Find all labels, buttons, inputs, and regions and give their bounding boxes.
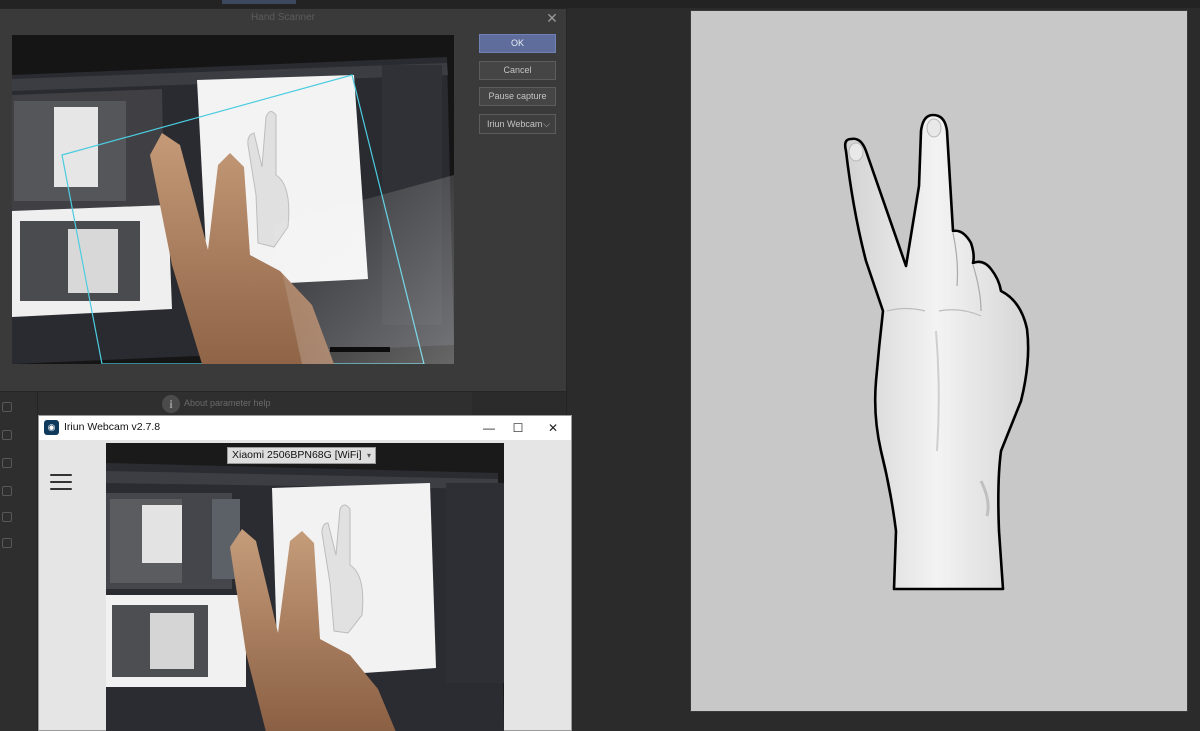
ok-button[interactable]: OK [479, 34, 556, 53]
cancel-button[interactable]: Cancel [479, 61, 556, 80]
iriun-webcam-window: ◉ Iriun Webcam v2.7.8 — ☐ ✕ Xiaomi 2506B… [38, 415, 572, 731]
webcam-video-feed [106, 443, 504, 731]
camera-source-value: Iriun Webcam [487, 119, 543, 129]
dialog-title: Hand Scanner [251, 12, 315, 23]
help-label[interactable]: About parameter help [184, 398, 271, 408]
hand-scanner-dialog: Hand Scanner ✕ OK Cancel Pause capture I… [0, 8, 567, 392]
device-value: Xiaomi 2506BPN68G [WiFi] [232, 449, 362, 461]
tool-icon[interactable] [2, 458, 12, 468]
3d-hand-viewport[interactable] [690, 10, 1188, 712]
tool-icon[interactable] [2, 486, 12, 496]
camera-preview [12, 35, 454, 364]
webcam-app-icon: ◉ [44, 420, 59, 435]
minimize-icon[interactable]: — [476, 419, 502, 437]
tool-palette [0, 392, 38, 731]
close-icon[interactable]: ✕ [540, 419, 566, 437]
maximize-icon[interactable]: ☐ [505, 419, 531, 437]
chevron-down-icon: ⌵ [543, 119, 550, 129]
active-tab-indicator [222, 0, 296, 4]
pause-capture-button[interactable]: Pause capture [479, 87, 556, 106]
tool-icon[interactable] [2, 512, 12, 522]
window-title: Iriun Webcam v2.7.8 [64, 421, 161, 433]
webcam-feed-image [106, 443, 504, 731]
hand-model-render [843, 113, 1030, 591]
close-icon[interactable]: ✕ [544, 10, 560, 26]
tool-icon[interactable] [2, 430, 12, 440]
window-titlebar: ◉ Iriun Webcam v2.7.8 — ☐ ✕ [39, 416, 571, 440]
device-select[interactable]: Xiaomi 2506BPN68G [WiFi] ▾ [227, 447, 376, 464]
tool-icon[interactable] [2, 538, 12, 548]
menu-icon[interactable] [50, 474, 72, 490]
help-icon[interactable]: i [162, 395, 180, 413]
chevron-down-icon: ▾ [366, 451, 371, 460]
camera-source-select[interactable]: Iriun Webcam ⌵ [479, 114, 556, 134]
app-top-bar [0, 0, 1200, 8]
camera-feed-image [12, 35, 454, 364]
help-bar: i About parameter help [38, 392, 472, 416]
tool-icon[interactable] [2, 402, 12, 412]
